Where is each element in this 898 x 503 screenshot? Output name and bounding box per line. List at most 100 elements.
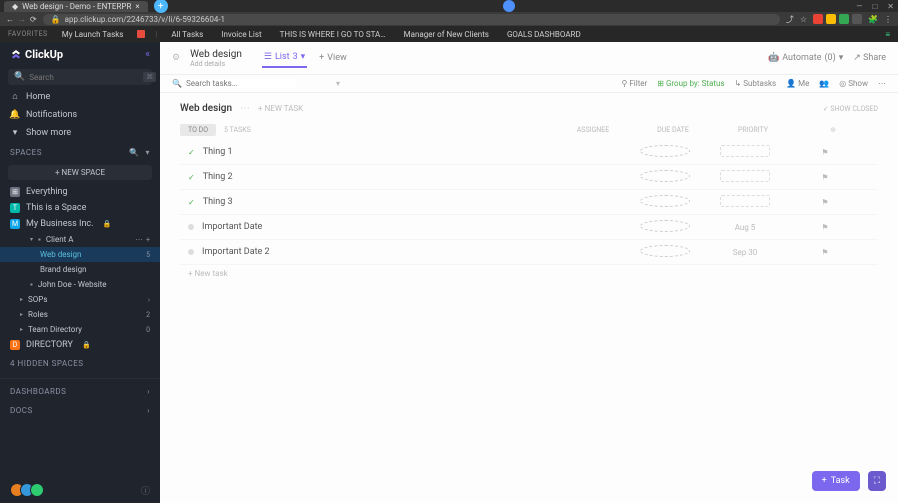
assignee-cell[interactable] [640,245,690,259]
assignee-filter-icon[interactable]: 👥 [819,79,829,88]
maximize-icon[interactable]: □ [872,2,877,11]
back-icon[interactable]: ← [6,15,14,24]
search-input[interactable] [29,73,139,82]
ext-icon[interactable] [839,14,849,24]
docs-section[interactable]: DOCS › [0,400,160,419]
priority-flag-icon[interactable]: ⚑ [800,223,850,232]
url-field[interactable]: 🔒 app.clickup.com/2246733/v/li/6-5932660… [43,14,780,25]
avatar-group[interactable] [10,483,44,497]
list-item[interactable]: ▸ Roles 2 [0,307,160,322]
fav-link[interactable]: All Tasks [167,28,207,41]
page-subtitle[interactable]: Add details [190,60,242,68]
search-spaces-icon[interactable]: 🔍 [129,148,139,157]
tab-add-view[interactable]: + View [317,48,349,68]
task-search[interactable]: 🔍 [172,79,296,88]
automate-button[interactable]: 🤖 Automate (0) ▾ [768,53,843,63]
profile-indicator[interactable] [503,0,515,12]
duedate-cell[interactable] [720,195,770,209]
me-button[interactable]: 👤 Me [786,79,809,88]
star-icon[interactable]: ☆ [800,15,807,24]
space-item[interactable]: M My Business Inc. 🔒 [0,216,160,232]
list-item[interactable]: ▸ Team Directory 0 [0,322,160,337]
ext-icon[interactable] [852,14,862,24]
new-task-button[interactable]: + New task [180,265,878,282]
space-item[interactable]: T This is a Space [0,200,160,216]
sidebar-search[interactable]: 🔍 ⌘ [8,69,152,85]
extensions-icon[interactable]: 🧩 [868,15,878,24]
duedate-cell[interactable] [720,145,770,159]
task-search-input[interactable] [186,79,296,88]
assignee-cell[interactable] [640,145,690,159]
chevron-down-icon[interactable]: ▾ [145,148,150,157]
sidebar-item-showmore[interactable]: ▾ Show more [0,124,160,142]
share-icon[interactable]: ⤴ [786,14,794,25]
collapse-sidebar-icon[interactable]: « [145,49,150,60]
list-settings-icon[interactable]: ⚙ [172,53,180,63]
duedate-cell[interactable] [720,170,770,184]
close-icon[interactable]: × [135,2,139,11]
task-row[interactable]: ✓Thing 3⚑ [180,190,878,215]
space-everything[interactable]: ⊞ Everything [0,184,160,200]
fav-item[interactable]: My Launch Tasks [58,28,128,41]
fav-link[interactable]: Manager of New Clients [400,28,493,41]
fav-link[interactable]: Invoice List [217,28,265,41]
docs-label: DOCS [10,406,33,415]
task-row[interactable]: ✓Thing 1⚑ [180,140,878,165]
dashboards-section[interactable]: DASHBOARDS › [0,378,160,400]
create-task-button[interactable]: + Task [812,471,860,491]
list-item-active[interactable]: Web design 5 [0,247,160,262]
hidden-spaces[interactable]: 4 HIDDEN SPACES [0,353,160,372]
sidebar-item-notifications[interactable]: 🔔 Notifications [0,106,160,124]
space-directory[interactable]: D DIRECTORY 🔒 [0,337,160,353]
brand-logo[interactable]: ClickUp [10,48,63,61]
show-closed-toggle[interactable]: ✓ SHOW CLOSED [823,105,878,113]
new-tab-button[interactable]: + [154,0,168,13]
priority-flag-icon[interactable]: ⚑ [800,148,850,157]
chevron-down-icon[interactable]: ▾ [336,79,340,88]
subtasks-button[interactable]: ↳ Subtasks [735,79,777,88]
share-button[interactable]: ↗ Share [853,53,886,63]
more-icon[interactable]: ⋯ [878,79,886,88]
new-space-button[interactable]: + NEW SPACE [8,165,152,180]
fav-color-icon[interactable] [137,30,145,38]
browser-chrome: ◆ Web design - Demo - ENTERPR × + — □ ✕ … [0,0,898,42]
priority-flag-icon[interactable]: ⚑ [800,248,850,257]
assignee-cell[interactable] [640,220,690,234]
folder-item[interactable]: ▪ John Doe - Website [0,277,160,292]
list-item[interactable]: ▸ SOPs › [0,292,160,307]
fav-link[interactable]: THIS IS WHERE I GO TO STA… [276,28,390,41]
assignee-cell[interactable] [640,195,690,209]
new-task-hint[interactable]: + NEW TASK [258,104,303,113]
forward-icon[interactable]: → [18,15,26,24]
task-row[interactable]: Important Date 2Sep 30⚑ [180,240,878,265]
fav-link[interactable]: GOALS DASHBOARD [503,28,585,41]
filter-button[interactable]: ⚲ Filter [622,79,648,88]
expand-task-button[interactable]: ⛶ [868,471,886,491]
minimize-icon[interactable]: — [856,2,862,11]
groupby-button[interactable]: ⊞ Group by: Status [657,79,724,88]
list-menu-icon[interactable]: ⋯ [240,103,250,114]
ext-icon[interactable] [813,14,823,24]
folder-item[interactable]: ▾ ▪ Client A ⋯ + [0,232,160,247]
add-column-icon[interactable]: ⊕ [808,126,858,134]
task-row[interactable]: Important DateAug 5⚑ [180,215,878,240]
close-window-icon[interactable]: ✕ [887,2,894,11]
assignee-cell[interactable] [640,170,690,184]
help-icon[interactable]: ⓘ [141,484,150,497]
sidebar-item-home[interactable]: ⌂ Home [0,87,160,106]
ext-icon[interactable] [826,14,836,24]
menu-icon[interactable]: ⋮ [884,15,892,24]
duedate-cell[interactable]: Sep 30 [720,248,770,257]
reload-icon[interactable]: ⟳ [30,15,37,24]
tab-list[interactable]: ☰ List 3 ▾ [262,48,307,68]
show-button[interactable]: ◎ Show [839,79,868,88]
status-pill[interactable]: TO DO [180,124,216,136]
list-item[interactable]: Brand design [0,262,160,277]
folder-actions[interactable]: ⋯ + [136,236,150,244]
fav-menu-icon[interactable]: ≡ [885,30,890,39]
priority-flag-icon[interactable]: ⚑ [800,198,850,207]
priority-flag-icon[interactable]: ⚑ [800,173,850,182]
browser-tab[interactable]: ◆ Web design - Demo - ENTERPR × [4,1,148,12]
task-row[interactable]: ✓Thing 2⚑ [180,165,878,190]
duedate-cell[interactable]: Aug 5 [720,223,770,232]
